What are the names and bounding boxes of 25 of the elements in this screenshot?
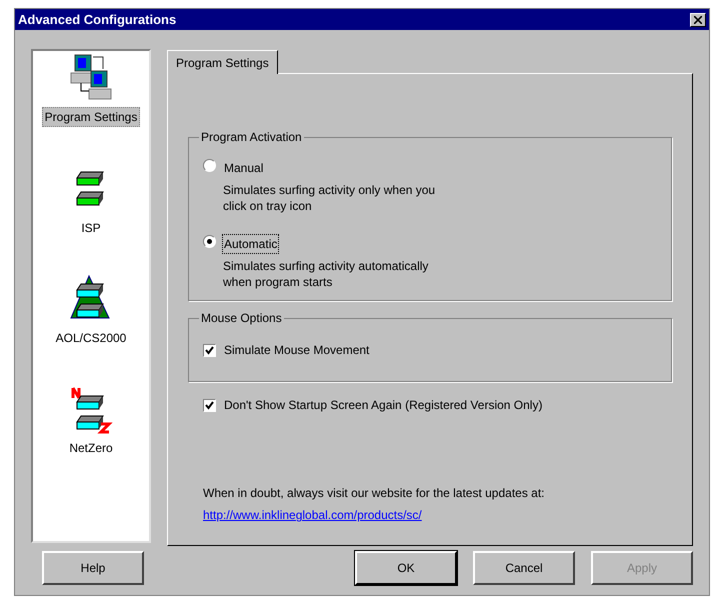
group-title: Program Activation bbox=[200, 129, 303, 146]
radio-label[interactable]: Automatic bbox=[222, 234, 280, 254]
checkbox-label[interactable]: Simulate Mouse Movement bbox=[224, 341, 370, 360]
radio-button[interactable] bbox=[203, 235, 216, 248]
option-description: Simulates surfing activity automatically when program starts bbox=[222, 258, 430, 290]
close-icon bbox=[694, 16, 702, 24]
sidebar-item[interactable]: AOL/CS2000 bbox=[54, 329, 128, 348]
window-title: Advanced Configurations bbox=[18, 10, 176, 29]
sidebar-item[interactable]: ISP bbox=[79, 219, 103, 238]
checkbox-label[interactable]: Don't Show Startup Screen Again (Registered Version Only) bbox=[224, 396, 542, 414]
website-link[interactable]: http://www.inklineglobal.com/products/sc/ bbox=[203, 506, 422, 524]
close-button[interactable] bbox=[690, 12, 706, 27]
button[interactable]: Help bbox=[42, 550, 144, 585]
sidebar-item[interactable]: Program Settings bbox=[42, 107, 140, 128]
button[interactable]: OK bbox=[355, 550, 457, 585]
checkbox[interactable] bbox=[203, 398, 216, 412]
tab[interactable]: Program Settings bbox=[167, 50, 278, 74]
sidebar-item[interactable]: NetZero bbox=[67, 439, 115, 458]
radio-label[interactable]: Manual bbox=[222, 158, 266, 178]
group-title: Mouse Options bbox=[200, 310, 283, 328]
checkbox[interactable] bbox=[203, 344, 216, 357]
radio-button[interactable] bbox=[203, 159, 216, 172]
button[interactable]: Cancel bbox=[473, 550, 575, 585]
option-description: Simulates surfing activity only when you click on tray icon bbox=[222, 182, 436, 214]
note-text: When in doubt, always visit our website for the latest updates at: bbox=[203, 485, 545, 502]
